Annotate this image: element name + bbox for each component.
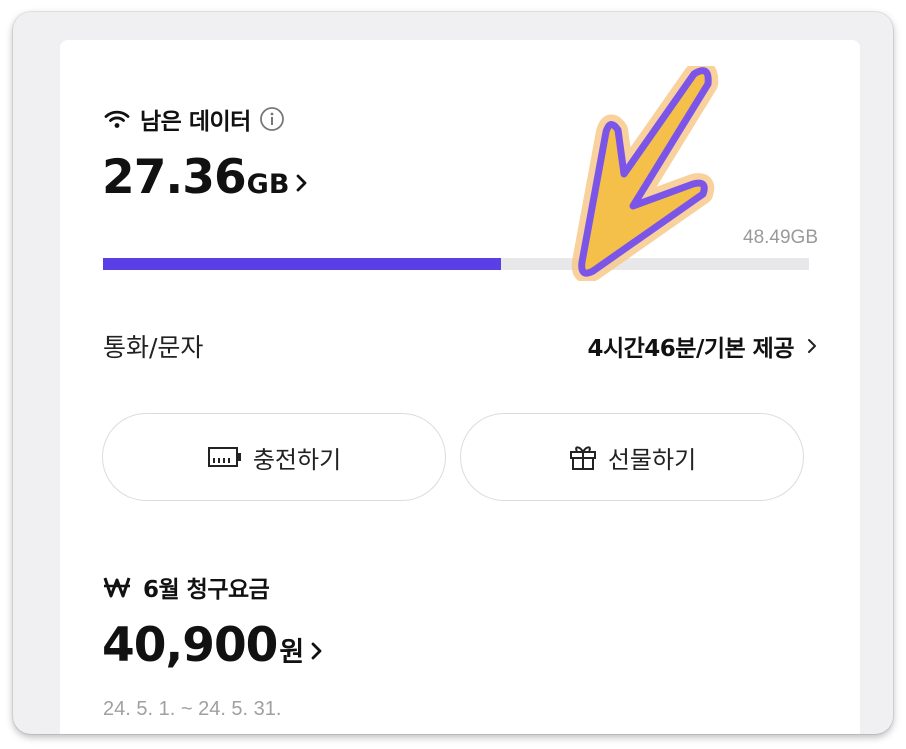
bill-amount-value: 40,900 [102, 618, 278, 673]
charge-button-label: 충전하기 [252, 445, 342, 474]
total-data: 48.49GB [743, 227, 818, 248]
chevron-right-icon [806, 337, 818, 355]
remaining-data-link[interactable]: 27.36 GB [102, 150, 309, 205]
charge-button[interactable]: 충전하기 [102, 413, 446, 501]
call-text-row[interactable]: 통화/문자 4시간46분/기본 제공 [103, 328, 818, 364]
data-title: 남은 데이터 [140, 109, 251, 135]
call-text-value: 4시간46분/기본 제공 [587, 336, 794, 362]
data-header: 남은 데이터 [104, 102, 285, 136]
call-text-label: 통화/문자 [103, 333, 204, 362]
plan-card: 남은 데이터 27.36 GB 48.49GB 통화/문자 4시간46분/기본 … [60, 40, 860, 734]
data-usage-bar-fill [103, 258, 502, 270]
chevron-right-icon [295, 173, 309, 197]
remaining-data-value: 27.36 [102, 150, 247, 205]
won-currency-icon [103, 576, 131, 598]
chevron-right-icon [310, 641, 324, 665]
wifi-icon [104, 109, 130, 129]
bill-header: 6월 청구요금 [103, 570, 270, 604]
bill-amount-unit: 원 [279, 637, 305, 668]
arrow-annotation-icon [558, 60, 738, 285]
bill-title: 6월 청구요금 [143, 577, 270, 603]
info-icon[interactable] [259, 106, 285, 132]
battery-charge-icon [207, 445, 243, 469]
remaining-data-unit: GB [246, 169, 290, 200]
bill-amount-link[interactable]: 40,900 원 [102, 618, 324, 673]
gift-icon [568, 442, 598, 472]
call-text-value-group: 4시간46분/기본 제공 [587, 329, 818, 363]
billing-period: 24. 5. 1. ~ 24. 5. 31. [103, 698, 282, 720]
screenshot-frame: 남은 데이터 27.36 GB 48.49GB 통화/문자 4시간46분/기본 … [13, 12, 893, 734]
gift-button[interactable]: 선물하기 [460, 413, 804, 501]
gift-button-label: 선물하기 [607, 445, 697, 474]
